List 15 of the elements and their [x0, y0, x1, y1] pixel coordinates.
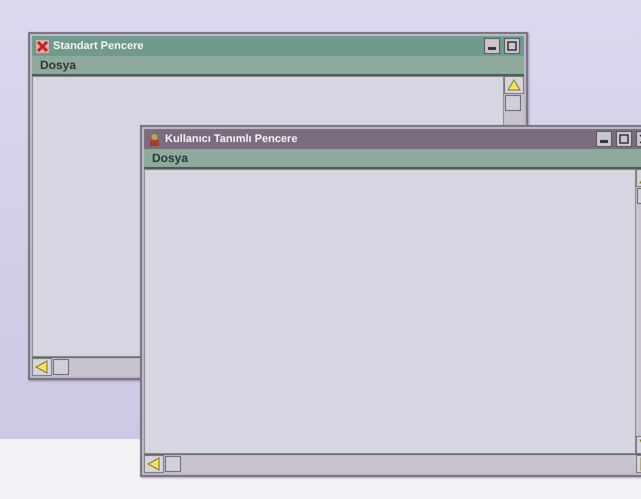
window-title: Standart Pencere: [53, 40, 144, 52]
scroll-thumb[interactable]: [165, 456, 181, 472]
scroll-thumb[interactable]: [505, 95, 521, 111]
app-icon[interactable]: [36, 40, 49, 52]
menu-item[interactable]: Dosya: [40, 58, 76, 72]
window-title: Kullanıcı Tanımlı Pencere: [165, 133, 298, 145]
minimize-button[interactable]: [596, 131, 612, 147]
maximize-button[interactable]: [504, 38, 520, 54]
maximize-button[interactable]: [616, 131, 632, 147]
scroll-thumb[interactable]: [53, 359, 69, 375]
menu-item[interactable]: Dosya: [152, 151, 188, 165]
maximize-icon: [507, 41, 517, 51]
maximize-icon: [619, 134, 629, 144]
minimize-button[interactable]: [484, 38, 500, 54]
app-icon[interactable]: [148, 132, 161, 146]
